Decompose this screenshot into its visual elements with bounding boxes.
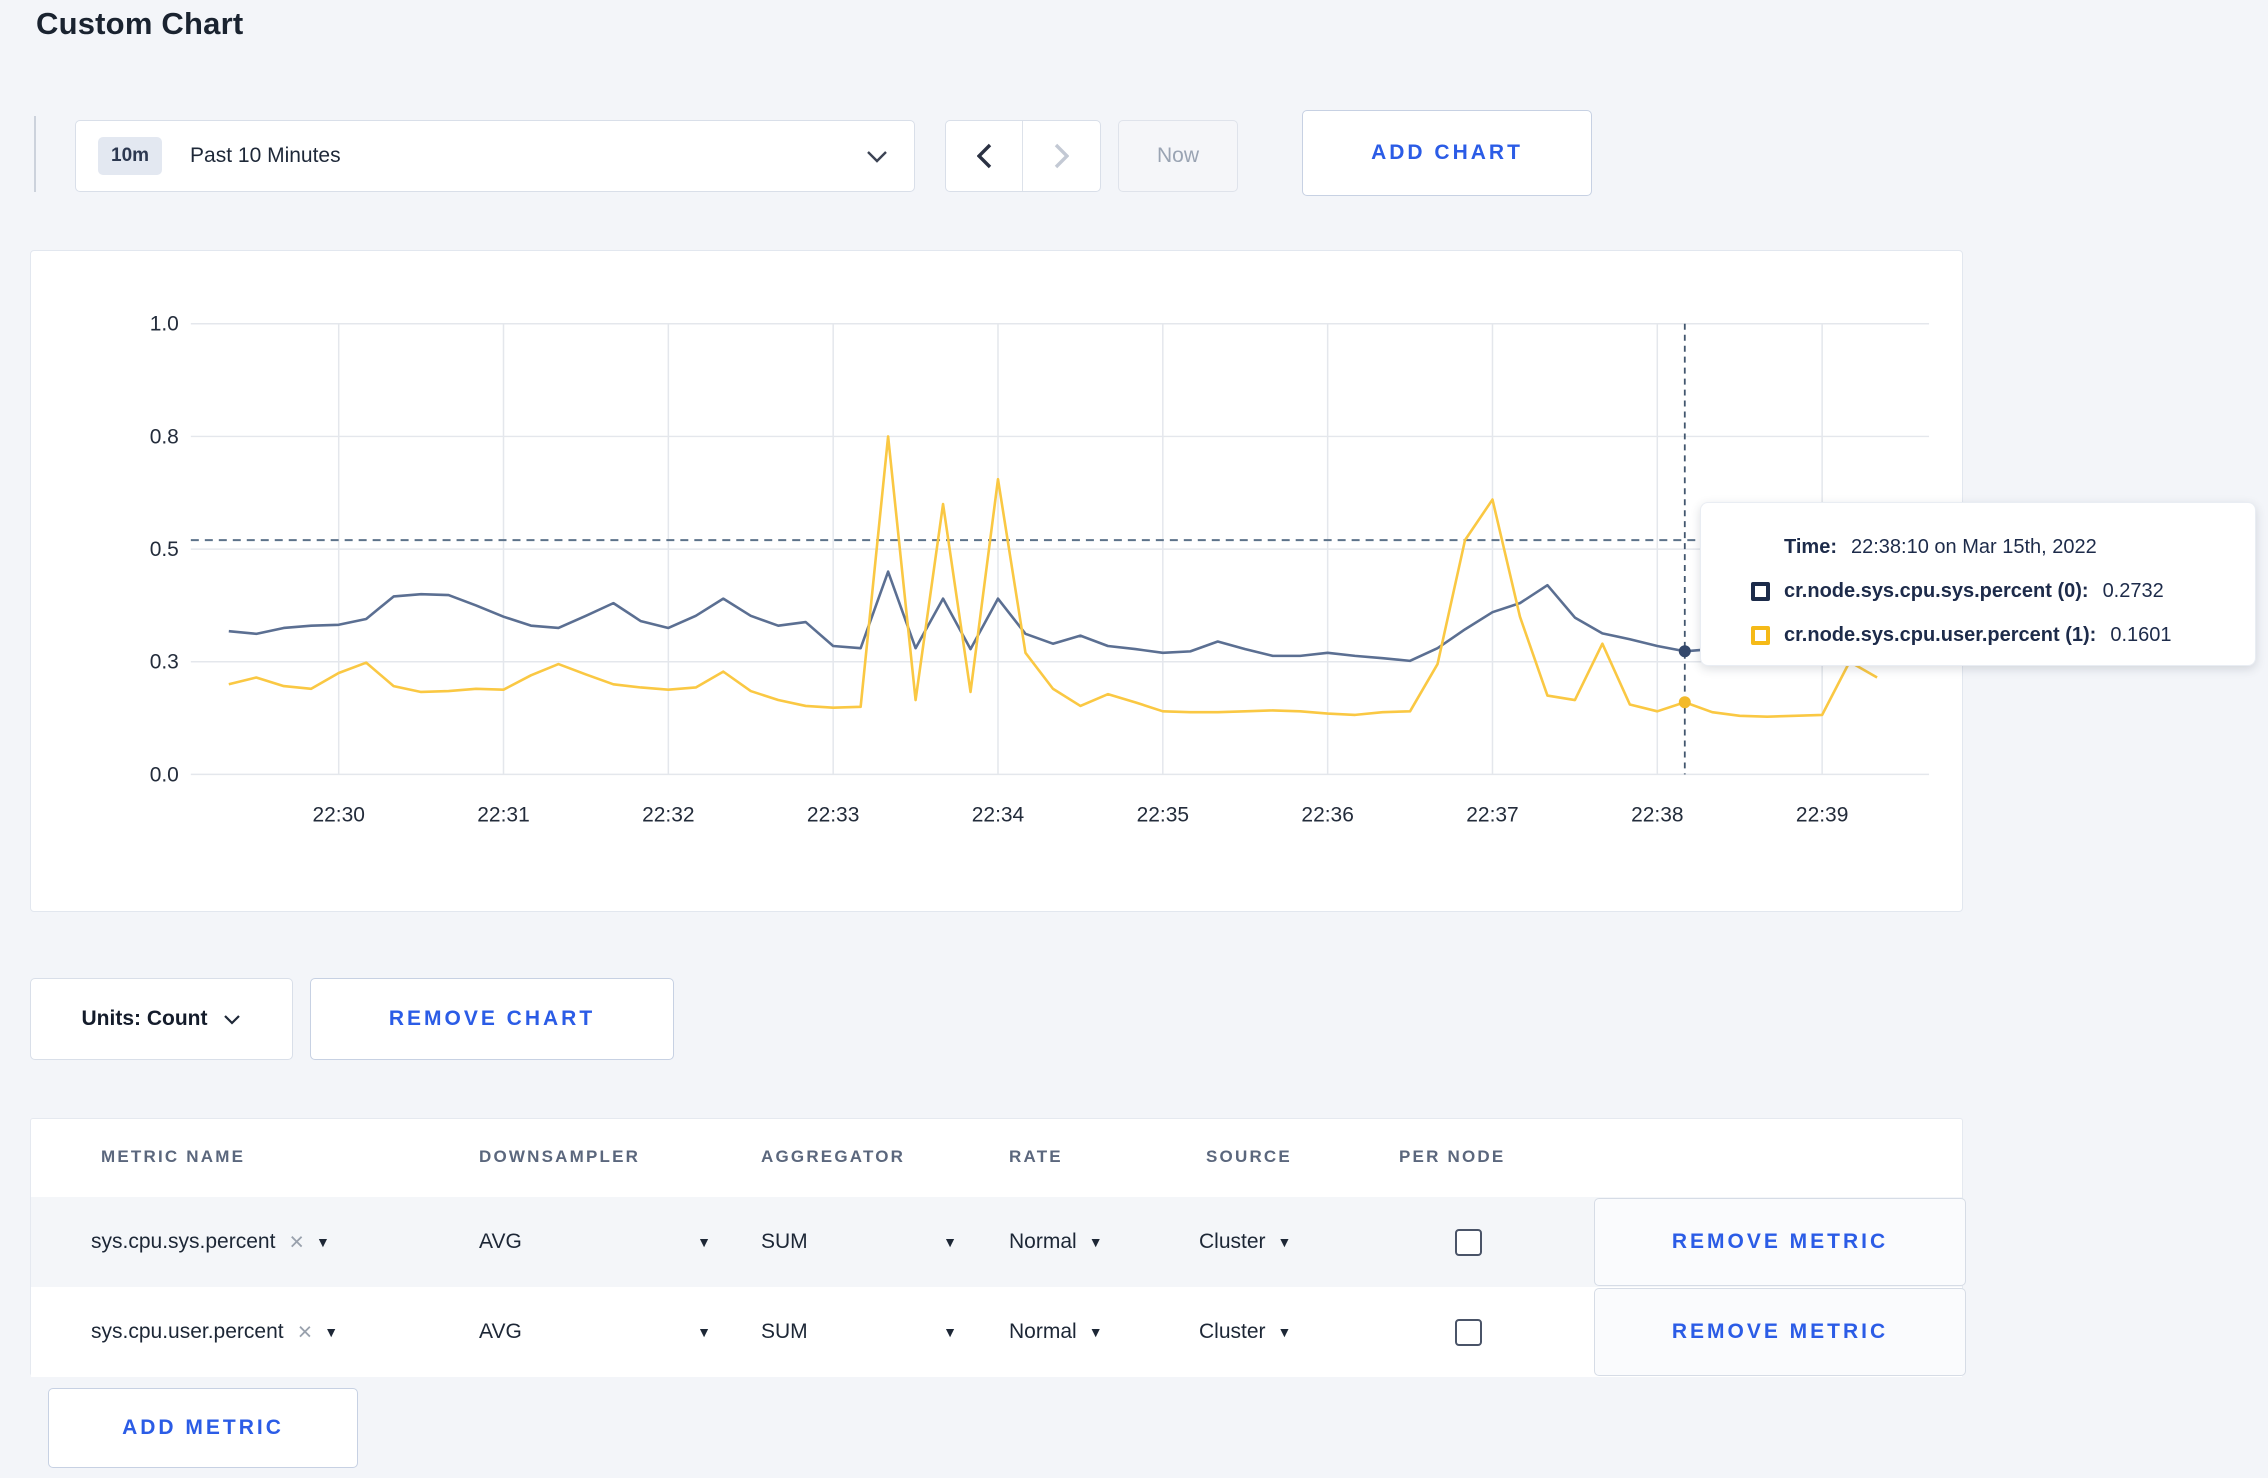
now-button[interactable]: Now [1118,120,1238,192]
svg-text:22:32: 22:32 [642,803,694,826]
caret-down-icon: ▼ [697,1324,711,1340]
clear-metric-icon[interactable]: × [298,1318,313,1347]
remove-metric-button[interactable]: REMOVE METRIC [1594,1198,1966,1286]
source-select[interactable]: Cluster ▼ [1199,1230,1339,1254]
chart-tooltip: Time: 22:38:10 on Mar 15th, 2022 cr.node… [1700,502,2256,666]
metric-name-select[interactable]: sys.cpu.sys.percent × ▼ [91,1228,431,1257]
caret-down-icon: ▼ [697,1234,711,1250]
header-downsampler: DOWNSAMPLER [479,1147,641,1166]
tooltip-series-value: 0.1601 [2110,623,2172,646]
svg-text:22:35: 22:35 [1137,803,1189,826]
source-select[interactable]: Cluster ▼ [1199,1320,1339,1344]
svg-text:22:30: 22:30 [312,803,364,826]
chevron-left-icon [976,143,991,169]
tooltip-series-value: 0.2732 [2102,579,2164,602]
header-metric-name: METRIC NAME [101,1147,246,1166]
timeseries-chart[interactable]: 0.0 0.3 0.5 0.8 1.0 22:30 22:31 22:32 22:33 22:34… [31,251,1962,911]
metric-name-select[interactable]: sys.cpu.user.percent × ▼ [91,1318,431,1347]
time-window-pager [945,120,1101,192]
svg-text:22:33: 22:33 [807,803,859,826]
time-range-dropdown[interactable]: 10m Past 10 Minutes [75,120,915,192]
units-label: Units: Count [81,1007,208,1030]
downsampler-select[interactable]: AVG ▼ [479,1320,711,1344]
svg-text:22:36: 22:36 [1301,803,1353,826]
header-aggregator: AGGREGATOR [761,1147,906,1166]
svg-text:22:39: 22:39 [1796,803,1848,826]
rate-select[interactable]: Normal ▼ [1009,1230,1139,1254]
remove-metric-button[interactable]: REMOVE METRIC [1594,1288,1966,1376]
svg-text:0.8: 0.8 [150,425,179,448]
aggregator-select[interactable]: SUM ▼ [761,1230,957,1254]
table-row: sys.cpu.sys.percent × ▼ AVG ▼ SUM ▼ Norm… [31,1197,1966,1287]
caret-down-icon: ▼ [1277,1234,1292,1250]
header-rate: RATE [1009,1147,1063,1166]
tooltip-time-row: Time: 22:38:10 on Mar 15th, 2022 [1751,525,2255,569]
chevron-down-icon [867,150,887,163]
toolbar-divider [34,116,36,192]
clear-metric-icon[interactable]: × [289,1228,304,1257]
series-swatch-user [1751,625,1770,645]
caret-down-icon: ▼ [1088,1324,1103,1340]
svg-text:22:34: 22:34 [972,803,1025,826]
header-per-node: PER NODE [1399,1147,1506,1166]
header-source: SOURCE [1206,1147,1292,1166]
add-chart-button[interactable]: ADD CHART [1302,110,1592,196]
svg-text:0.0: 0.0 [150,763,179,786]
per-node-checkbox[interactable] [1455,1319,1482,1346]
table-row: sys.cpu.user.percent × ▼ AVG ▼ SUM ▼ Nor… [31,1287,1966,1377]
per-node-checkbox[interactable] [1455,1229,1482,1256]
caret-down-icon: ▼ [943,1324,957,1340]
remove-chart-button[interactable]: REMOVE CHART [310,978,674,1060]
tooltip-series-row: cr.node.sys.cpu.sys.percent (0): 0.2732 [1751,569,2255,613]
svg-text:22:38: 22:38 [1631,803,1683,826]
svg-text:1.0: 1.0 [150,313,179,336]
svg-text:22:31: 22:31 [477,803,529,826]
next-window-button[interactable] [1023,121,1100,191]
prev-window-button[interactable] [946,121,1023,191]
tooltip-series-name: cr.node.sys.cpu.sys.percent (0): [1784,579,2089,602]
chart-panel: 0.0 0.3 0.5 0.8 1.0 22:30 22:31 22:32 22:33 22:34… [30,250,1963,912]
chevron-down-icon [224,1014,241,1025]
tooltip-time-label: Time: [1784,535,1837,558]
caret-down-icon: ▼ [324,1324,339,1340]
tooltip-series-name: cr.node.sys.cpu.user.percent (1): [1784,623,2097,646]
time-range-label: Past 10 Minutes [190,144,341,167]
caret-down-icon: ▼ [1088,1234,1103,1250]
caret-down-icon: ▼ [943,1234,957,1250]
svg-text:0.5: 0.5 [150,538,179,561]
downsampler-select[interactable]: AVG ▼ [479,1230,711,1254]
caret-down-icon: ▼ [1277,1324,1292,1340]
caret-down-icon: ▼ [316,1234,330,1250]
metrics-table-header: METRIC NAME DOWNSAMPLER AGGREGATOR RATE … [31,1119,1962,1197]
units-dropdown[interactable]: Units: Count [30,978,293,1060]
aggregator-select[interactable]: SUM ▼ [761,1320,957,1344]
page-title: Custom Chart [36,6,244,41]
time-range-badge: 10m [98,137,163,175]
tooltip-time-value: 22:38:10 on Mar 15th, 2022 [1850,535,2097,558]
svg-text:0.3: 0.3 [150,651,179,674]
rate-select[interactable]: Normal ▼ [1009,1320,1139,1344]
add-metric-button[interactable]: ADD METRIC [48,1388,358,1468]
tooltip-series-row: cr.node.sys.cpu.user.percent (1): 0.1601 [1751,613,2255,657]
metrics-table: METRIC NAME DOWNSAMPLER AGGREGATOR RATE … [30,1118,1966,1377]
chevron-right-icon [1054,143,1069,169]
svg-text:22:37: 22:37 [1466,803,1518,826]
series-swatch-sys [1751,581,1770,601]
